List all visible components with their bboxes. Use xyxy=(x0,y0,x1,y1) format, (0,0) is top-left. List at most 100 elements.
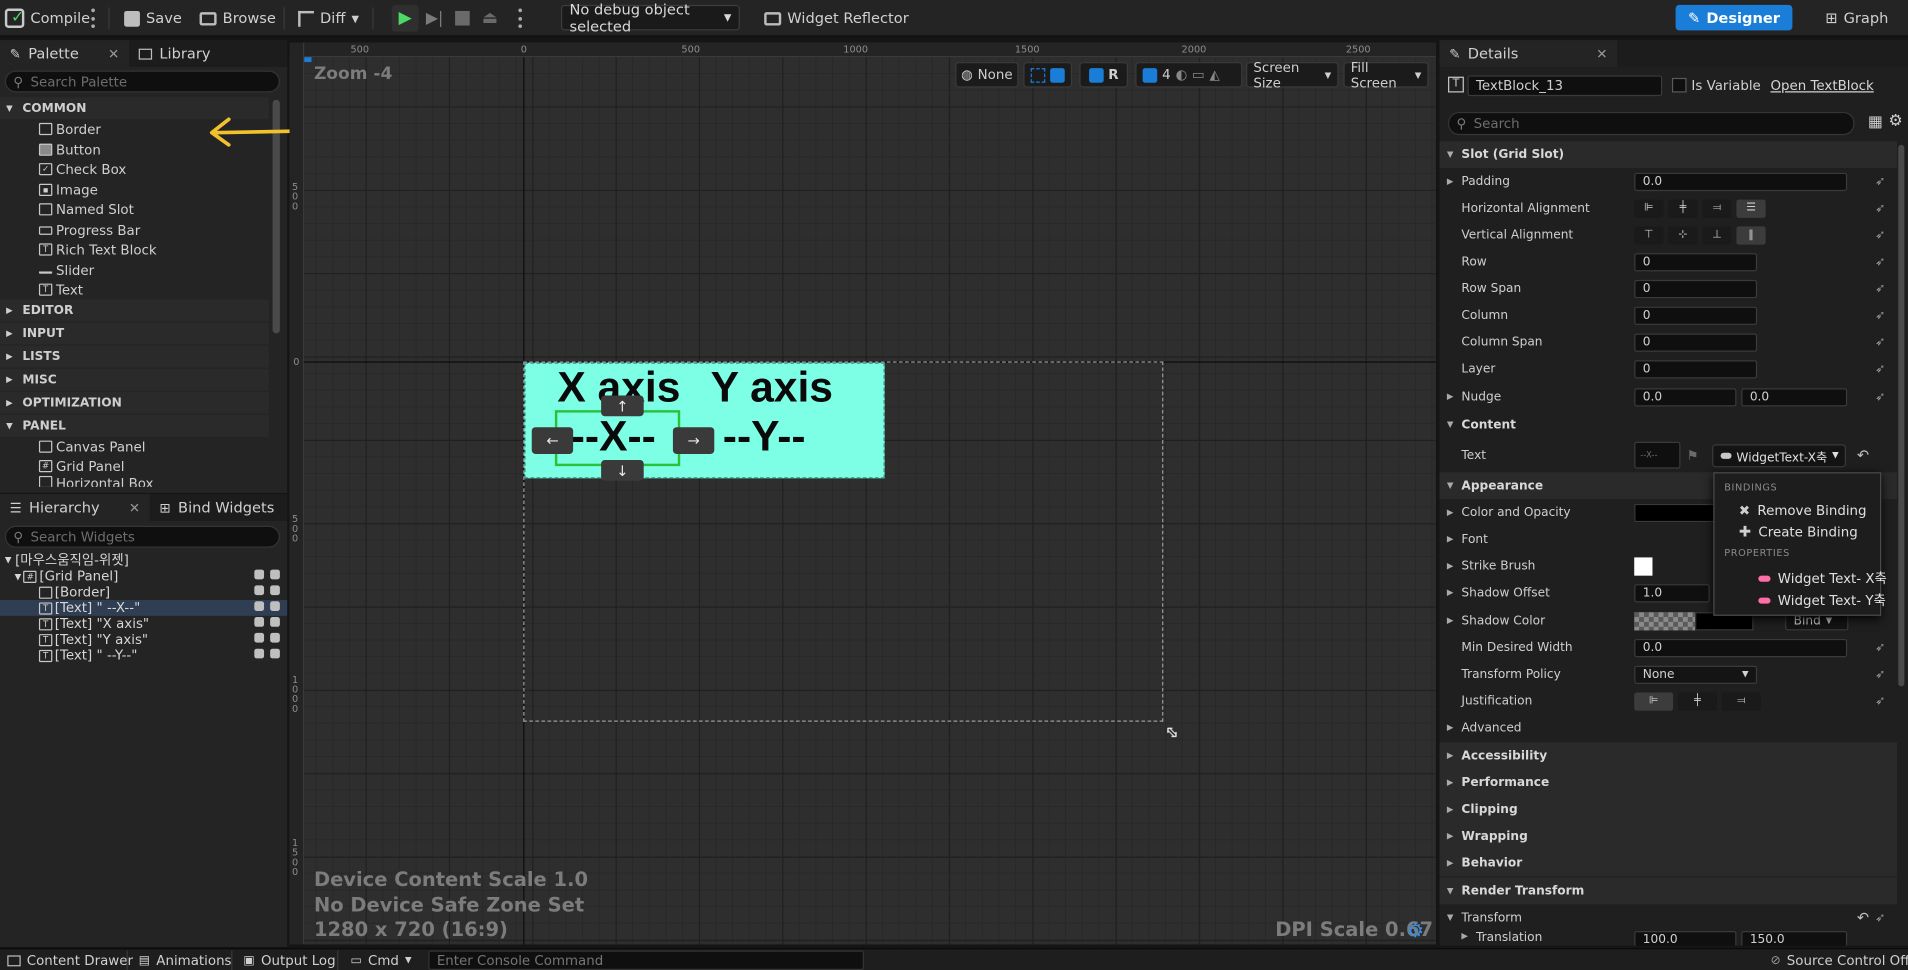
translation-y-field[interactable]: 150.0 xyxy=(1741,931,1848,946)
lock-visibility-icons[interactable] xyxy=(254,585,280,596)
row-span-field[interactable]: 0 xyxy=(1634,279,1758,298)
nudge-y-field[interactable]: 0.0 xyxy=(1741,387,1848,406)
hierarchy-row-text-y[interactable]: T [Text] " --Y--" xyxy=(0,647,287,663)
close-icon[interactable]: ✕ xyxy=(1596,46,1607,62)
tab-details[interactable]: ✎ Details ✕ xyxy=(1439,40,1618,67)
palette-category-editor[interactable]: ▶ EDITOR xyxy=(0,299,269,322)
chevron-right-icon[interactable]: ▶ xyxy=(1447,616,1454,626)
lock-visibility-icons[interactable] xyxy=(254,617,280,627)
content-drawer-button[interactable]: Content Drawer xyxy=(7,952,133,969)
property-widget-text-x[interactable]: Widget Text- X축 xyxy=(1758,568,1887,587)
chevron-right-icon[interactable]: ▶ xyxy=(1447,176,1454,186)
play-button[interactable]: ▶ xyxy=(391,4,419,32)
lock-icon[interactable] xyxy=(254,569,265,580)
reset-arrow-icon[interactable]: ➶ xyxy=(1875,912,1887,925)
move-down-button[interactable]: ↓ xyxy=(601,460,644,481)
section-accessibility[interactable]: ▶ Accessibility xyxy=(1439,742,1898,770)
palette-item-image[interactable]: ▪ Image xyxy=(38,180,98,199)
eye-icon[interactable] xyxy=(270,648,280,659)
lock-visibility-icons[interactable] xyxy=(254,648,280,659)
palette-category-optimization[interactable]: ▶ OPTIMIZATION xyxy=(0,391,269,414)
close-icon[interactable]: ✕ xyxy=(108,46,119,62)
palette-item-button[interactable]: Button xyxy=(38,140,101,159)
valign-bottom-icon[interactable]: ⊥ xyxy=(1702,225,1732,245)
settings-gear-icon[interactable]: ⚙ xyxy=(1889,112,1903,130)
close-icon[interactable]: ✕ xyxy=(129,500,140,516)
eye-icon[interactable] xyxy=(270,569,280,580)
details-search[interactable]: ⚲ xyxy=(1448,111,1855,136)
output-log-button[interactable]: ▣ Output Log xyxy=(243,952,335,969)
palette-category-panel[interactable]: ▼ PANEL xyxy=(0,415,269,437)
dpi-settings-gear-icon[interactable]: ⚙ xyxy=(1407,919,1424,942)
palette-item-text[interactable]: T Text xyxy=(38,280,83,299)
shadow-color-swatch[interactable] xyxy=(1634,611,1696,630)
reset-undo-icon[interactable]: ↶ xyxy=(1857,909,1869,926)
respect-locks-group[interactable]: R xyxy=(1079,62,1129,88)
halign-left-icon[interactable]: ⊫ xyxy=(1634,198,1664,218)
step-button[interactable]: ▶| xyxy=(426,5,444,32)
reset-arrow-icon[interactable]: ➶ xyxy=(1875,363,1887,376)
lock-icon[interactable] xyxy=(254,648,265,659)
reset-arrow-icon[interactable]: ➶ xyxy=(1875,202,1887,215)
palette-item-slider[interactable]: Slider xyxy=(38,260,94,279)
palette-item-rich-text-block[interactable]: T Rich Text Block xyxy=(38,240,157,259)
selected-widget-outline[interactable] xyxy=(554,410,681,467)
reset-arrow-icon[interactable]: ➶ xyxy=(1875,641,1887,654)
cmd-dropdown[interactable]: ▭ Cmd ▼ xyxy=(350,952,411,969)
section-wrapping[interactable]: ▶ Wrapping xyxy=(1439,822,1898,850)
property-matrix-icon[interactable]: ▦ xyxy=(1868,113,1883,131)
details-scrollbar[interactable] xyxy=(1898,144,1905,687)
nudge-x-field[interactable]: 0.0 xyxy=(1634,387,1737,406)
widget-name-field[interactable]: TextBlock_13 xyxy=(1467,75,1663,97)
move-right-button[interactable]: → xyxy=(672,427,715,454)
chevron-right-icon[interactable]: ▶ xyxy=(1447,508,1454,518)
eye-icon[interactable] xyxy=(270,601,280,611)
translation-x-field[interactable]: 100.0 xyxy=(1634,931,1737,946)
lock-icon[interactable] xyxy=(254,617,265,627)
property-widget-text-y[interactable]: Widget Text- Y축 xyxy=(1758,590,1886,609)
chevron-right-icon[interactable]: ▶ xyxy=(1461,931,1468,941)
section-slot[interactable]: ▼ Slot (Grid Slot) xyxy=(1439,141,1898,168)
reset-arrow-icon[interactable]: ➶ xyxy=(1875,391,1887,404)
lock-icon[interactable] xyxy=(254,601,265,611)
designer-mode-button[interactable]: ✎ Designer xyxy=(1675,4,1793,31)
section-behavior[interactable]: ▶ Behavior xyxy=(1439,849,1898,877)
stop-button[interactable] xyxy=(455,5,470,32)
shadow-offset-field[interactable]: 1.0 xyxy=(1634,583,1710,602)
reset-arrow-icon[interactable]: ➶ xyxy=(1875,256,1887,269)
tab-library[interactable]: Library xyxy=(129,40,220,67)
diff-button[interactable]: Diff ▼ xyxy=(298,5,359,32)
reset-arrow-icon[interactable]: ➶ xyxy=(1875,229,1887,242)
hierarchy-row-text-x-axis[interactable]: T [Text] "X axis" xyxy=(0,616,287,632)
open-textblock-link[interactable]: Open TextBlock xyxy=(1771,78,1874,94)
property-advanced[interactable]: ▶ Advanced xyxy=(1440,714,1908,741)
reset-arrow-icon[interactable]: ➶ xyxy=(1875,695,1887,708)
is-variable-checkbox[interactable] xyxy=(1671,77,1687,93)
graph-mode-button[interactable]: ⊞ Graph xyxy=(1825,5,1888,32)
row-field[interactable]: 0 xyxy=(1634,252,1758,271)
grid-snap-group[interactable]: 4 ◐ ▭ ◭ xyxy=(1135,62,1243,88)
reset-arrow-icon[interactable]: ➶ xyxy=(1875,175,1887,188)
section-clipping[interactable]: ▶ Clipping xyxy=(1439,795,1898,823)
screen-size-dropdown[interactable]: Screen Size ▼ xyxy=(1246,59,1339,91)
console-command-field[interactable] xyxy=(428,950,864,970)
localization-button[interactable]: ◍ None xyxy=(955,62,1019,88)
valign-fill-icon[interactable]: ‖ xyxy=(1736,225,1766,245)
padding-field[interactable]: 0.0 xyxy=(1634,172,1848,191)
justify-left-icon[interactable]: ⊫ xyxy=(1634,691,1674,711)
animations-button[interactable]: ▤ Animations xyxy=(139,952,232,969)
column-span-field[interactable]: 0 xyxy=(1634,332,1758,352)
valign-center-icon[interactable]: ⊹ xyxy=(1668,225,1698,245)
lock-visibility-icons[interactable] xyxy=(254,569,280,580)
chevron-right-icon[interactable]: ▶ xyxy=(1447,392,1454,402)
binding-dropdown[interactable]: WidgetText-X축 ▼ xyxy=(1712,443,1846,467)
play-options-icon[interactable] xyxy=(517,8,522,28)
palette-item-progress-bar[interactable]: Progress Bar xyxy=(38,220,140,239)
save-button[interactable]: Save xyxy=(124,5,182,32)
palette-item-checkbox[interactable]: ✓ Check Box xyxy=(38,159,126,178)
move-left-button[interactable]: ← xyxy=(531,427,574,454)
source-control-button[interactable]: ⊘ Source Control Off xyxy=(1771,952,1908,969)
palette-category-input[interactable]: ▶ INPUT xyxy=(0,322,269,345)
chevron-right-icon[interactable]: ▶ xyxy=(1447,534,1454,544)
palette-category-lists[interactable]: ▶ LISTS xyxy=(0,345,269,368)
